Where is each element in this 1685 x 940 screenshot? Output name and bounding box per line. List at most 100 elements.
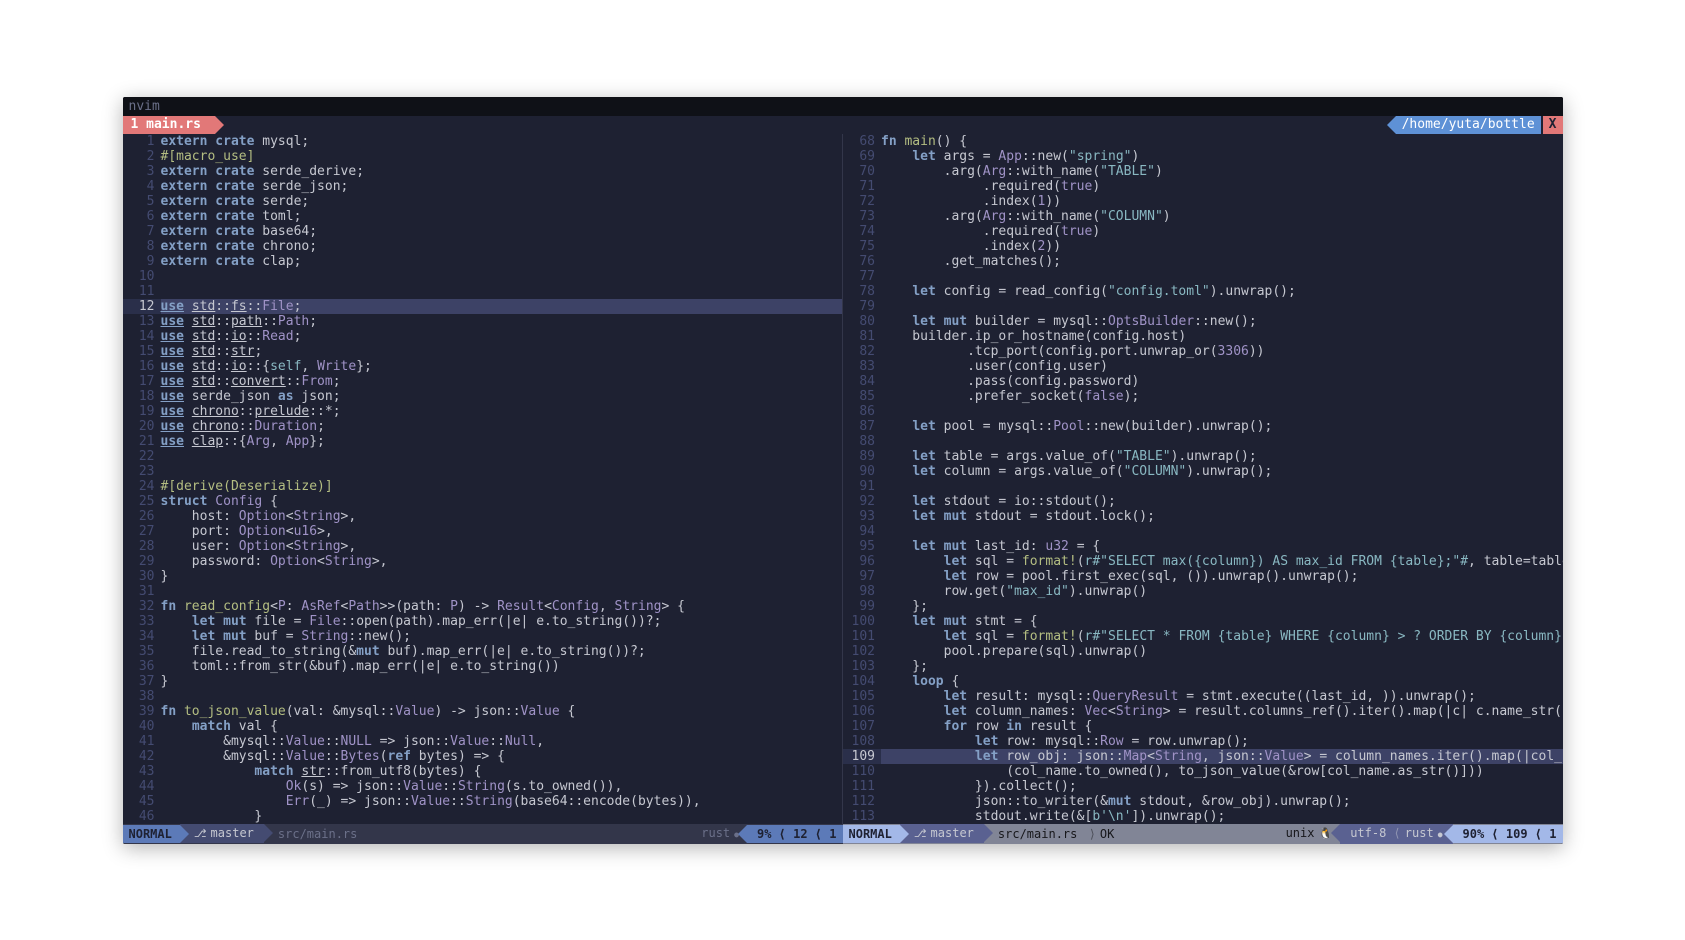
code-line[interactable]: 90 let column = args.value_of("COLUMN").… — [843, 464, 1563, 479]
code-line[interactable]: 105 let result: mysql::QueryResult = stm… — [843, 689, 1563, 704]
code-line[interactable]: 86 — [843, 404, 1563, 419]
line-content[interactable] — [161, 284, 843, 299]
line-content[interactable]: .index(1)) — [881, 194, 1563, 209]
code-line[interactable]: 44 Ok(s) => json::Value::String(s.to_own… — [123, 779, 843, 794]
code-line[interactable]: 101 let sql = format!(r#"SELECT * FROM {… — [843, 629, 1563, 644]
code-line[interactable]: 24#[derive(Deserialize)] — [123, 479, 843, 494]
line-content[interactable]: Err(_) => json::Value::String(base64::en… — [161, 794, 843, 809]
code-line[interactable]: 93 let mut stdout = stdout.lock(); — [843, 509, 1563, 524]
line-content[interactable]: let mut last_id: u32 = { — [881, 539, 1563, 554]
code-line[interactable]: 75 .index(2)) — [843, 239, 1563, 254]
line-content[interactable]: let row = pool.first_exec(sql, ()).unwra… — [881, 569, 1563, 584]
line-content[interactable]: builder.ip_or_hostname(config.host) — [881, 329, 1563, 344]
code-line[interactable]: 10 — [123, 269, 843, 284]
line-content[interactable]: use clap::{Arg, App}; — [161, 434, 843, 449]
line-content[interactable]: extern crate clap; — [161, 254, 843, 269]
line-content[interactable]: let mut file = File::open(path).map_err(… — [161, 614, 843, 629]
line-content[interactable] — [881, 269, 1563, 284]
line-content[interactable]: match str::from_utf8(bytes) { — [161, 764, 843, 779]
code-line[interactable]: 22 — [123, 449, 843, 464]
code-line[interactable]: 4extern crate serde_json; — [123, 179, 843, 194]
line-content[interactable]: } — [161, 809, 843, 824]
code-line[interactable]: 19use chrono::prelude::*; — [123, 404, 843, 419]
line-content[interactable]: let mut builder = mysql::OptsBuilder::ne… — [881, 314, 1563, 329]
line-content[interactable]: host: Option<String>, — [161, 509, 843, 524]
code-editor-left[interactable]: 1extern crate mysql;2#[macro_use]3extern… — [123, 134, 843, 824]
line-content[interactable] — [881, 524, 1563, 539]
code-line[interactable]: 21use clap::{Arg, App}; — [123, 434, 843, 449]
line-content[interactable]: pool.prepare(sql).unwrap() — [881, 644, 1563, 659]
line-content[interactable]: .tcp_port(config.port.unwrap_or(3306)) — [881, 344, 1563, 359]
line-content[interactable]: let column_names: Vec<String> = result.c… — [881, 704, 1563, 719]
line-content[interactable]: Ok(s) => json::Value::String(s.to_owned(… — [161, 779, 843, 794]
line-content[interactable]: let pool = mysql::Pool::new(builder).unw… — [881, 419, 1563, 434]
code-line[interactable]: 17use std::convert::From; — [123, 374, 843, 389]
line-content[interactable]: use std::path::Path; — [161, 314, 843, 329]
line-content[interactable]: extern crate base64; — [161, 224, 843, 239]
code-line[interactable]: 89 let table = args.value_of("TABLE").un… — [843, 449, 1563, 464]
code-line[interactable]: 106 let column_names: Vec<String> = resu… — [843, 704, 1563, 719]
code-line[interactable]: 76 .get_matches(); — [843, 254, 1563, 269]
code-line[interactable]: 28 user: Option<String>, — [123, 539, 843, 554]
code-line[interactable]: 34 let mut buf = String::new(); — [123, 629, 843, 644]
line-content[interactable]: &mysql::Value::Bytes(ref bytes) => { — [161, 749, 843, 764]
code-line[interactable]: 113 stdout.write(&[b'\n']).unwrap(); — [843, 809, 1563, 824]
code-line[interactable]: 5extern crate serde; — [123, 194, 843, 209]
code-line[interactable]: 1extern crate mysql; — [123, 134, 843, 149]
code-line[interactable]: 7extern crate base64; — [123, 224, 843, 239]
line-content[interactable]: user: Option<String>, — [161, 539, 843, 554]
line-content[interactable] — [161, 269, 843, 284]
line-content[interactable]: toml::from_str(&buf).map_err(|e| e.to_st… — [161, 659, 843, 674]
line-content[interactable]: row.get("max_id").unwrap() — [881, 584, 1563, 599]
line-content[interactable]: .arg(Arg::with_name("COLUMN") — [881, 209, 1563, 224]
line-content[interactable]: let column = args.value_of("COLUMN").unw… — [881, 464, 1563, 479]
right-pane[interactable]: 68fn main() {69 let args = App::new("spr… — [843, 134, 1563, 824]
code-line[interactable]: 11 — [123, 284, 843, 299]
line-content[interactable]: extern crate serde_json; — [161, 179, 843, 194]
line-content[interactable]: use std::io::{self, Write}; — [161, 359, 843, 374]
code-line[interactable]: 96 let sql = format!(r#"SELECT max({colu… — [843, 554, 1563, 569]
line-content[interactable]: &mysql::Value::NULL => json::Value::Null… — [161, 734, 843, 749]
line-content[interactable]: fn main() { — [881, 134, 1563, 149]
code-line[interactable]: 79 — [843, 299, 1563, 314]
line-content[interactable]: password: Option<String>, — [161, 554, 843, 569]
line-content[interactable]: match val { — [161, 719, 843, 734]
code-line[interactable]: 99 }; — [843, 599, 1563, 614]
line-content[interactable]: loop { — [881, 674, 1563, 689]
code-line[interactable]: 14use std::io::Read; — [123, 329, 843, 344]
line-content[interactable] — [881, 434, 1563, 449]
line-content[interactable]: use std::convert::From; — [161, 374, 843, 389]
code-line[interactable]: 70 .arg(Arg::with_name("TABLE") — [843, 164, 1563, 179]
line-content[interactable]: let result: mysql::QueryResult = stmt.ex… — [881, 689, 1563, 704]
line-content[interactable]: use chrono::Duration; — [161, 419, 843, 434]
code-line[interactable]: 16use std::io::{self, Write}; — [123, 359, 843, 374]
code-line[interactable]: 31 — [123, 584, 843, 599]
line-content[interactable] — [161, 449, 843, 464]
code-line[interactable]: 15use std::str; — [123, 344, 843, 359]
close-tab-button[interactable]: X — [1543, 116, 1563, 134]
line-content[interactable]: let sql = format!(r#"SELECT * FROM {tabl… — [881, 629, 1563, 644]
line-content[interactable]: }).collect(); — [881, 779, 1563, 794]
code-line[interactable]: 71 .required(true) — [843, 179, 1563, 194]
code-line[interactable]: 33 let mut file = File::open(path).map_e… — [123, 614, 843, 629]
code-line[interactable]: 40 match val { — [123, 719, 843, 734]
line-content[interactable]: use chrono::prelude::*; — [161, 404, 843, 419]
code-line[interactable]: 13use std::path::Path; — [123, 314, 843, 329]
line-content[interactable]: json::to_writer(&mut stdout, &row_obj).u… — [881, 794, 1563, 809]
line-content[interactable]: (col_name.to_owned(), to_json_value(&row… — [881, 764, 1563, 779]
line-content[interactable]: stdout.write(&[b'\n']).unwrap(); — [881, 809, 1563, 824]
code-line[interactable]: 26 host: Option<String>, — [123, 509, 843, 524]
code-line[interactable]: 41 &mysql::Value::NULL => json::Value::N… — [123, 734, 843, 749]
line-content[interactable] — [161, 464, 843, 479]
code-line[interactable]: 94 — [843, 524, 1563, 539]
code-line[interactable]: 32fn read_config<P: AsRef<Path>>(path: P… — [123, 599, 843, 614]
line-content[interactable]: let args = App::new("spring") — [881, 149, 1563, 164]
line-content[interactable]: let stdout = io::stdout(); — [881, 494, 1563, 509]
code-line[interactable]: 87 let pool = mysql::Pool::new(builder).… — [843, 419, 1563, 434]
code-line[interactable]: 83 .user(config.user) — [843, 359, 1563, 374]
line-content[interactable]: let table = args.value_of("TABLE").unwra… — [881, 449, 1563, 464]
code-line[interactable]: 18use serde_json as json; — [123, 389, 843, 404]
code-line[interactable]: 77 — [843, 269, 1563, 284]
code-line[interactable]: 30} — [123, 569, 843, 584]
code-line[interactable]: 46 } — [123, 809, 843, 824]
